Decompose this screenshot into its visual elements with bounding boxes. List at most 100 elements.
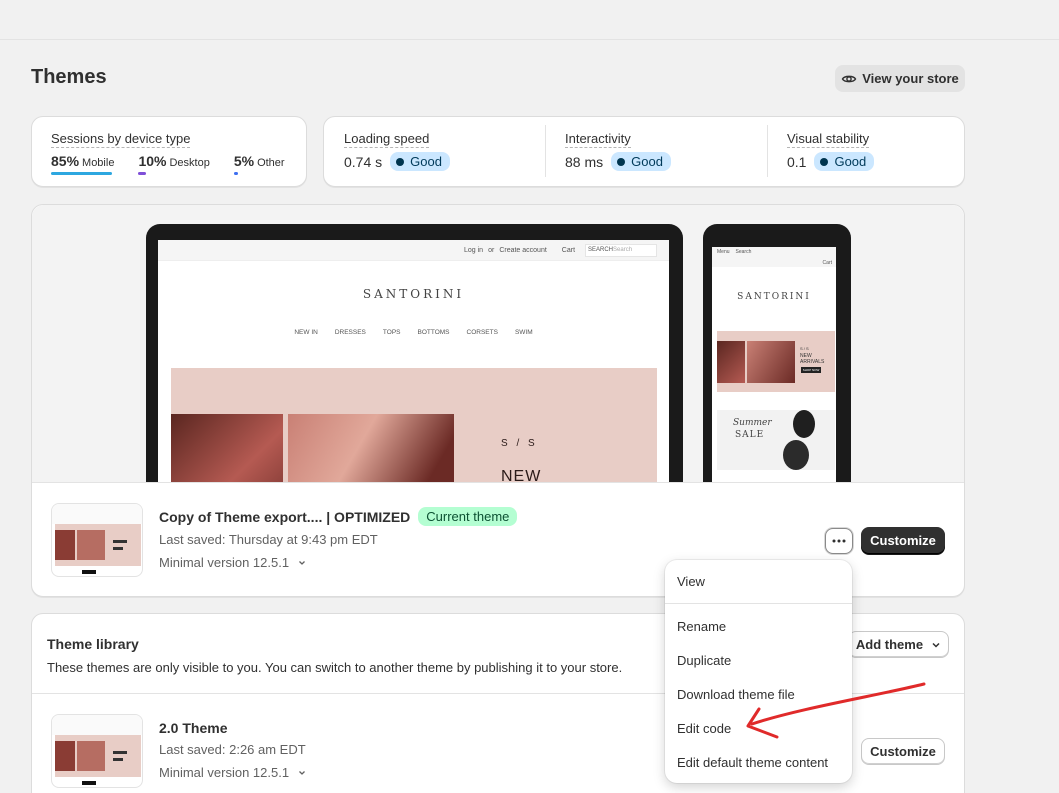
menu-item-edit-default-theme-content[interactable]: Edit default theme content bbox=[677, 755, 828, 770]
loading-speed-status-badge: Good bbox=[390, 152, 450, 171]
loading-speed-value: 0.74 s bbox=[344, 153, 383, 170]
loading-speed-label[interactable]: Loading speed bbox=[344, 131, 430, 148]
sessions-card: Sessions by device type 85% Mobile 10% Des… bbox=[31, 116, 307, 187]
thumbnail-hero bbox=[55, 735, 141, 777]
thumbnail-footer-mark bbox=[82, 781, 96, 785]
current-theme-info: Copy of Theme export.... | OPTIMIZED Cur… bbox=[159, 507, 518, 570]
library-theme-info: 2.0 Theme Last saved: 2:26 am EDT Minima… bbox=[159, 720, 307, 780]
preview-hero-banner: S / S NEW bbox=[171, 368, 657, 483]
thumbnail-header bbox=[52, 715, 142, 735]
interactivity-label[interactable]: Interactivity bbox=[565, 131, 631, 148]
current-theme-version[interactable]: Minimal version 12.5.1 bbox=[159, 555, 517, 570]
theme-preview[interactable]: Log in or Create account Cart SEARCH Sear… bbox=[32, 205, 964, 483]
view-store-button[interactable]: View your store bbox=[835, 65, 965, 92]
thumbnail-text-line bbox=[113, 758, 123, 761]
preview-nav-item: DRESSES bbox=[334, 329, 366, 336]
status-dot-icon bbox=[617, 157, 626, 166]
library-customize-button[interactable]: Customize bbox=[861, 738, 945, 765]
menu-item-view[interactable]: View bbox=[677, 574, 705, 589]
preview-or-text: or bbox=[488, 247, 495, 254]
mobile-banner-new-arrivals: S / S NEW ARRIVALS SHOP NOW bbox=[717, 331, 835, 392]
visual-stability-label[interactable]: Visual stability bbox=[787, 131, 870, 148]
thumbnail-image bbox=[55, 530, 75, 560]
preview-hero-image bbox=[171, 414, 283, 482]
thumbnail-image bbox=[77, 530, 105, 560]
view-store-label: View your store bbox=[862, 71, 959, 86]
menu-item-download-theme-file[interactable]: Download theme file bbox=[677, 687, 795, 702]
session-other-bar bbox=[233, 172, 238, 175]
mobile-banner-image bbox=[717, 341, 745, 383]
mobile-banner-sale-title: Summer bbox=[733, 418, 772, 428]
preview-nav-item: CORSETS bbox=[466, 329, 498, 336]
session-desktop: 10% Desktop bbox=[138, 153, 210, 175]
status-dot-icon bbox=[396, 157, 405, 166]
menu-item-duplicate[interactable]: Duplicate bbox=[677, 653, 731, 668]
interactivity-value: 88 ms bbox=[565, 153, 604, 170]
thumbnail-image bbox=[77, 741, 105, 771]
library-theme-last-saved: Last saved: 2:26 am EDT bbox=[159, 742, 306, 757]
menu-item-rename[interactable]: Rename bbox=[677, 619, 726, 634]
session-mobile: 85% Mobile bbox=[51, 153, 114, 175]
more-actions-button[interactable] bbox=[825, 528, 853, 554]
preview-hero-eyebrow: S / S bbox=[501, 438, 538, 449]
preview-nav-item: TOPS bbox=[382, 329, 401, 336]
preview-hero-heading: NEW bbox=[501, 468, 542, 483]
preview-nav-item: BOTTOMS bbox=[417, 329, 450, 336]
mobile-banner-eyebrow: S / S bbox=[800, 346, 809, 351]
theme-library-description: These themes are only visible to you. Yo… bbox=[47, 660, 623, 675]
session-mobile-label: Mobile bbox=[82, 157, 115, 169]
mobile-search-link: Search bbox=[735, 249, 752, 255]
thumbnail-text-line bbox=[113, 540, 127, 543]
menu-item-edit-code[interactable]: Edit code bbox=[677, 721, 731, 736]
preview-brand-logo: SANTORINI bbox=[362, 287, 465, 301]
library-theme-version-label: Minimal version 12.5.1 bbox=[159, 765, 290, 780]
mobile-menu-link: Menu bbox=[717, 249, 730, 255]
thumbnail-footer-mark bbox=[82, 570, 96, 574]
desktop-preview-screen: Log in or Create account Cart SEARCHSear… bbox=[158, 240, 669, 483]
visual-stability-value: 0.1 bbox=[787, 153, 807, 170]
top-bar bbox=[0, 0, 1059, 40]
theme-library-title: Theme library bbox=[47, 636, 139, 652]
thumbnail-text-line bbox=[113, 751, 127, 754]
page-title: Themes bbox=[31, 66, 107, 88]
session-other-pct: 5% bbox=[233, 153, 255, 169]
session-desktop-pct: 10% bbox=[138, 153, 167, 169]
library-theme-thumbnail bbox=[51, 714, 143, 788]
loading-speed-status: Good bbox=[410, 154, 442, 169]
loading-speed-metric: Loading speed 0.74 s Good bbox=[324, 117, 470, 185]
library-theme-version[interactable]: Minimal version 12.5.1 bbox=[159, 765, 307, 780]
balloon-graphic bbox=[783, 440, 809, 470]
current-theme-name: Copy of Theme export.... | OPTIMIZED Cur… bbox=[159, 507, 518, 526]
preview-search-label: SEARCH bbox=[588, 247, 614, 253]
preview-login-link: Log in bbox=[464, 247, 484, 254]
web-vitals-card: Loading speed 0.74 s Good Interactivity … bbox=[323, 116, 965, 187]
session-desktop-bar bbox=[138, 172, 147, 175]
menu-divider bbox=[665, 603, 852, 604]
desktop-preview-frame: Log in or Create account Cart SEARCHSear… bbox=[146, 224, 683, 483]
mobile-preview-frame: Menu Search Cart SANTORINI S / S NEW ARR… bbox=[703, 224, 851, 482]
visual-stability-status: Good bbox=[834, 154, 867, 169]
customize-button[interactable]: Customize bbox=[861, 527, 945, 554]
add-theme-button[interactable]: Add theme bbox=[848, 631, 949, 658]
chevron-down-icon bbox=[299, 560, 306, 565]
sessions-label[interactable]: Sessions by device type bbox=[51, 131, 191, 148]
mobile-banner-sale-subtitle: SALE bbox=[735, 430, 765, 440]
eye-icon bbox=[841, 75, 857, 82]
balloon-graphic bbox=[793, 410, 815, 438]
current-theme-last-saved: Last saved: Thursday at 9:43 pm EDT bbox=[159, 532, 378, 547]
session-desktop-label: Desktop bbox=[169, 157, 210, 169]
thumbnail-text-line bbox=[113, 547, 123, 550]
visual-stability-status-badge: Good bbox=[814, 152, 875, 171]
preview-hero-image bbox=[288, 414, 454, 482]
mobile-banner-button: SHOP NOW bbox=[801, 367, 821, 373]
preview-cart-link: Cart bbox=[561, 247, 576, 254]
sessions-breakdown: 85% Mobile 10% Desktop 5% Other bbox=[51, 153, 287, 175]
preview-create-account-link: Create account bbox=[499, 247, 547, 254]
add-theme-label: Add theme bbox=[855, 637, 924, 652]
session-mobile-bar bbox=[51, 172, 112, 175]
session-mobile-pct: 85% bbox=[51, 153, 80, 169]
preview-main-nav: NEW IN DRESSES TOPS BOTTOMS CORSETS SWIM bbox=[158, 329, 669, 336]
chevron-down-icon bbox=[299, 770, 306, 775]
thumbnail-hero bbox=[55, 524, 141, 566]
interactivity-status-badge: Good bbox=[611, 152, 671, 171]
